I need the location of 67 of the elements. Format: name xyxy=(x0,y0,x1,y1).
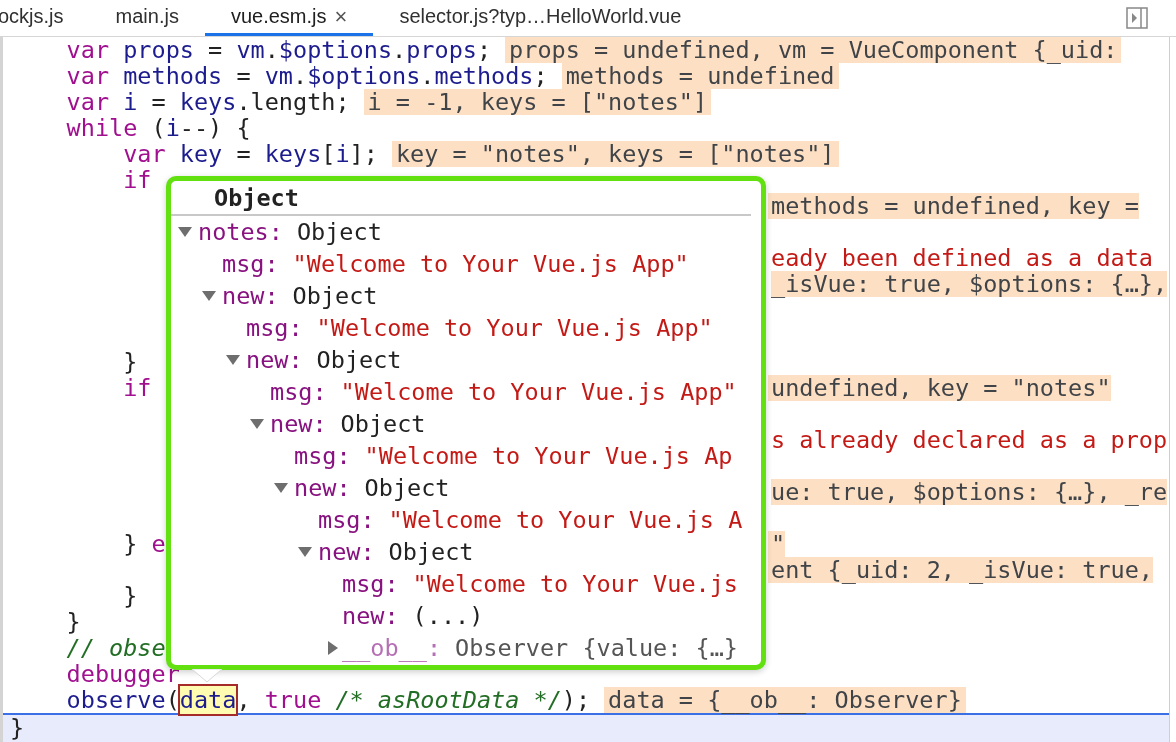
property-value: Observer {value: {…} xyxy=(455,633,738,664)
disclosure-triangle-icon[interactable] xyxy=(250,419,264,429)
close-icon[interactable]: × xyxy=(334,3,348,30)
editor-tab[interactable]: vue.esm.js × xyxy=(204,0,374,36)
code-line: } xyxy=(65,609,81,635)
property-key: new: xyxy=(318,536,375,568)
code-line: observe(data, true /* asRootData */); xyxy=(65,687,591,713)
property-key: msg: xyxy=(318,504,375,536)
inline-value: methods = undefined, key = xyxy=(768,193,1139,219)
inline-value: methods = undefined xyxy=(561,63,839,89)
code-line: } xyxy=(122,583,138,609)
inline-value: undefined, key = "notes" xyxy=(768,375,1111,401)
property-value: "Welcome to Your Vue.js App" xyxy=(316,313,713,344)
property-value: Object xyxy=(292,281,378,312)
code-line: debugger xyxy=(65,661,180,687)
code-line: var i = keys.length; xyxy=(65,89,350,115)
property-value: Object xyxy=(388,537,474,568)
disclosure-triangle-icon[interactable] xyxy=(328,641,338,655)
property-key: new: xyxy=(342,600,399,632)
inline-value: ent {_uid: 2, _isVue: true, xyxy=(768,557,1153,583)
property-value: "Welcome to Your Vue.js A xyxy=(388,505,743,536)
property-key: __ob__: xyxy=(342,632,442,664)
code-line: while (i--) { xyxy=(65,115,251,141)
code-line: var methods = vm.$options.methods; xyxy=(65,63,548,89)
code-string: eady been defined as a data xyxy=(770,243,1153,271)
property-key: new: xyxy=(294,472,351,504)
disclosure-triangle-icon[interactable] xyxy=(202,291,216,301)
property-value: (...) xyxy=(412,601,484,632)
property-key: msg: xyxy=(222,248,279,280)
property-key: new: xyxy=(222,280,279,312)
code-line: } xyxy=(10,715,25,741)
disclosure-triangle-icon[interactable] xyxy=(226,355,240,365)
property-value: "Welcome to Your Vue.js App" xyxy=(340,377,737,408)
property-value: Object xyxy=(296,217,382,248)
panel-toggle-icon[interactable] xyxy=(1126,7,1148,29)
property-key: msg: xyxy=(294,440,351,472)
code-line: if xyxy=(122,167,152,193)
inline-value: " xyxy=(768,531,786,557)
code-line: var props = vm.$options.props; xyxy=(65,37,492,63)
property-key: notes: xyxy=(198,216,283,248)
code-line: } xyxy=(122,347,138,375)
property-value: Object xyxy=(364,473,450,504)
inline-value: props = undefined, vm = VueComponent {_uid: xyxy=(505,37,1122,63)
inline-value: i = -1, keys = ["notes"] xyxy=(363,89,712,115)
disclosure-triangle-icon[interactable] xyxy=(298,547,312,557)
property-key: new: xyxy=(246,344,303,376)
property-value: "Welcome to Your Vue.js App" xyxy=(292,249,689,280)
popup-title: Object xyxy=(171,181,751,216)
code-line: // obse xyxy=(65,635,166,661)
disclosure-triangle-icon[interactable] xyxy=(178,227,192,237)
property-value: Object xyxy=(316,345,402,376)
disclosure-triangle-icon[interactable] xyxy=(274,483,288,493)
editor-tab[interactable]: main.js xyxy=(89,0,205,36)
property-key: new: xyxy=(270,408,327,440)
code-line: } e xyxy=(122,529,166,557)
property-key: msg: xyxy=(270,376,327,408)
inline-value: key = "notes", keys = ["notes"] xyxy=(391,141,839,167)
property-key: msg: xyxy=(246,312,303,344)
property-value: "Welcome to Your Vue.js Ap xyxy=(364,441,733,472)
property-value: "Welcome to Your Vue.js xyxy=(412,569,738,600)
inline-value: data = {__ob__: Observer} xyxy=(604,687,966,713)
code-line: var key = keys[i]; xyxy=(122,141,378,167)
editor-tab[interactable]: selector.js?typ…HelloWorld.vue xyxy=(373,0,708,36)
code-string: s already declared as a prop xyxy=(770,425,1168,453)
property-key: msg: xyxy=(342,568,399,600)
code-line: if xyxy=(122,375,152,401)
property-value: Object xyxy=(340,409,426,440)
